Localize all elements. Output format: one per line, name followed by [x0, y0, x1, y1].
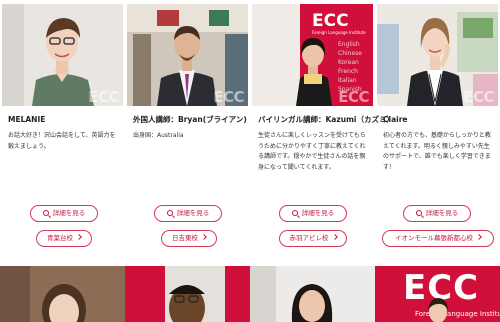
school-link-button[interactable]: 赤羽アピレ校: [279, 230, 347, 247]
teacher-photo-melanie[interactable]: ECC: [2, 4, 123, 106]
detail-button[interactable]: 詳細を見る: [279, 205, 347, 222]
teacher-card-claire: ECC Claire 初心者の方でも、基礎からしっかりと教えてくれます。明るく親…: [375, 0, 500, 262]
teacher-description: 初心者の方でも、基礎からしっかりと教えてくれます。明るく親しみやすい先生のサポー…: [383, 132, 491, 171]
teacher-card-bryan: ECC 外国人講師：Bryan(ブライアン) 出身国：Australia 詳細を…: [125, 0, 250, 262]
svg-text:French: French: [338, 68, 358, 75]
chevron-right-icon: [76, 234, 82, 240]
teacher-description: 出身国：Australia: [133, 132, 184, 139]
svg-text:Italian: Italian: [338, 77, 357, 84]
school-link-label: 青葉台校: [47, 234, 73, 242]
teacher-name: 外国人講師：Bryan(ブライアン): [133, 115, 247, 124]
chevron-right-icon: [331, 234, 338, 240]
teacher-card-row2-1[interactable]: [0, 266, 125, 322]
search-icon: [291, 210, 298, 216]
search-icon: [415, 210, 422, 216]
detail-button-label: 詳細を見る: [52, 209, 86, 217]
teacher-photo-claire[interactable]: ECC: [377, 4, 498, 106]
school-link-button[interactable]: 日吉東校: [161, 230, 217, 247]
teacher-card-melanie: ECC MELANIE お話大好き！沢山会話をして、英語力を鍛えましょう。 詳細…: [0, 0, 125, 262]
teacher-photo-kazumi[interactable]: ECC Foreign Language Institute English Ch…: [252, 4, 373, 106]
detail-button[interactable]: 詳細を見る: [154, 205, 222, 222]
detail-button-label: 詳細を見る: [301, 209, 335, 217]
teacher-name: MELANIE: [8, 115, 46, 124]
teacher-card-kazumi: ECC Foreign Language Institute English Ch…: [250, 0, 394, 262]
teacher-card-row2-4[interactable]: ECC Foreign Language Institute: [375, 266, 500, 322]
ecc-watermark: ECC: [213, 88, 244, 106]
teacher-name: Claire: [383, 115, 408, 124]
teacher-grid: ECC MELANIE お話大好き！沢山会話をして、英語力を鍛えましょう。 詳細…: [0, 0, 500, 322]
svg-text:Chinese: Chinese: [338, 50, 362, 57]
school-link-button[interactable]: イオンモール幕張新都心校: [382, 230, 494, 247]
school-link-button[interactable]: 青葉台校: [36, 230, 92, 247]
teacher-card-row2-2[interactable]: [125, 266, 250, 322]
banner-sub: Foreign Language Institute: [312, 30, 366, 35]
school-link-label: イオンモール幕張新都心校: [395, 234, 473, 242]
school-link-label: 日吉東校: [172, 234, 198, 242]
search-icon: [166, 210, 173, 216]
ecc-watermark: ECC: [463, 88, 494, 106]
teacher-name: バイリンガル講師：Kazumi（カズミ）: [258, 115, 394, 124]
detail-button-label: 詳細を見る: [176, 209, 210, 217]
svg-text:ECC: ECC: [312, 11, 349, 31]
svg-text:Korean: Korean: [338, 59, 359, 66]
teacher-photo-partial: [428, 298, 448, 322]
teacher-description: 生徒さんに楽しくレッスンを受けてもらうために分かりやすく丁寧に教えてくれる講師で…: [258, 132, 366, 171]
svg-text:English: English: [338, 41, 360, 48]
chevron-right-icon: [201, 234, 207, 240]
teacher-card-row2-3[interactable]: [250, 266, 375, 322]
teacher-photo-bryan[interactable]: ECC: [127, 4, 248, 106]
ecc-watermark: ECC: [338, 88, 369, 106]
ecc-watermark: ECC: [88, 88, 119, 106]
detail-button[interactable]: 詳細を見る: [30, 205, 98, 222]
detail-button-label: 詳細を見る: [425, 209, 459, 217]
school-link-label: 赤羽アピレ校: [289, 234, 329, 242]
teacher-description: お話大好き！沢山会話をして、英語力を鍛えましょう。: [8, 132, 116, 150]
chevron-right-icon: [476, 234, 482, 240]
detail-button[interactable]: 詳細を見る: [403, 205, 471, 222]
search-icon: [42, 210, 49, 216]
